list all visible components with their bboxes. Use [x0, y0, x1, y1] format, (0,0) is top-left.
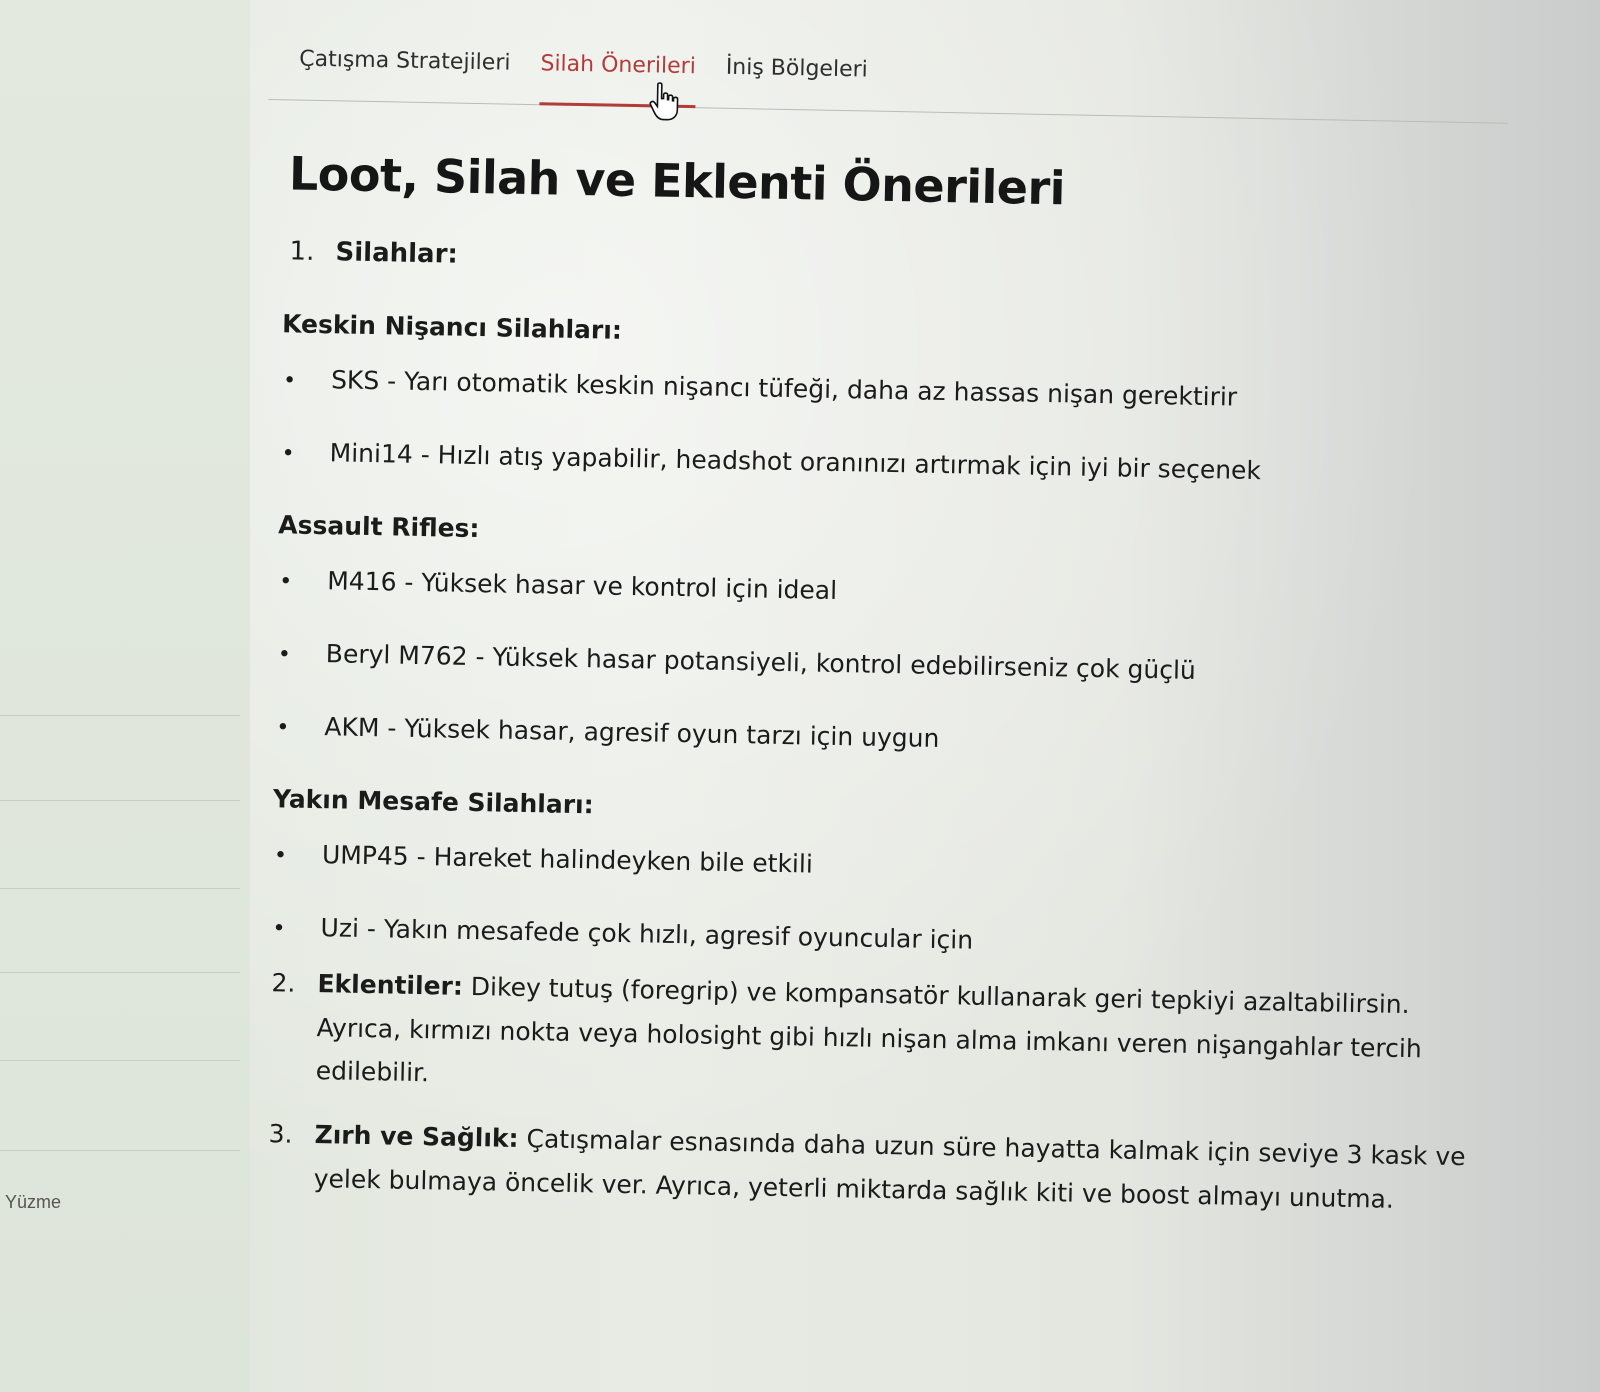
section-armor: 3. Zırh ve Sağlık: Çatışmalar esnasında … — [267, 1112, 1468, 1223]
bullet: • — [277, 642, 292, 668]
list-item-text: AKM - Yüksek hasar, agresif oyun tarzı i… — [324, 712, 940, 753]
list-item: • Uzi - Yakın mesafede çok hızlı, agresi… — [272, 912, 1512, 965]
list-item-text: Beryl M762 - Yüksek hasar potansiyeli, k… — [325, 639, 1197, 685]
bullet: • — [278, 569, 293, 595]
section-weapons: 1. Silahlar: — [289, 230, 1526, 297]
screen: Yüzme Çatışma Stratejileri Silah Önerile… — [0, 0, 1600, 1392]
list-number: 1. — [289, 236, 315, 267]
section-label: Zırh ve Sağlık: — [314, 1120, 519, 1154]
sidebar-divider — [0, 1060, 240, 1061]
tab-catisma-stratejileri[interactable]: Çatışma Stratejileri — [298, 47, 511, 104]
list-item: • M416 - Yüksek hasar ve kontrol için id… — [279, 565, 1519, 618]
section-body: Zırh ve Sağlık: Çatışmalar esnasında dah… — [313, 1113, 1468, 1223]
bullet: • — [281, 441, 295, 467]
sidebar-divider — [0, 1150, 240, 1151]
hand-pointer-icon — [649, 82, 679, 121]
tab-inis-bolgeleri[interactable]: İniş Bölgeleri — [725, 55, 868, 111]
list-number: 3. — [268, 1119, 293, 1149]
list-item: • Beryl M762 - Yüksek hasar potansiyeli,… — [278, 638, 1518, 691]
group-heading: Keskin Nişancı Silahları: — [281, 309, 623, 345]
group-heading: Yakın Mesafe Silahları: — [272, 784, 594, 820]
main-content: Çatışma Stratejileri Silah Önerileri İni… — [247, 20, 1529, 1224]
list-item-text: UMP45 - Hareket halindeyken bile etkili — [321, 840, 814, 879]
list-item: • UMP45 - Hareket halindeyken bile etkil… — [274, 839, 1514, 892]
list-item-text: M416 - Yüksek hasar ve kontrol için idea… — [326, 566, 838, 605]
bullet: • — [273, 843, 288, 869]
sidebar-divider — [0, 888, 240, 889]
section-text: Dikey tutuş (foregrip) ve kompansatör ku… — [315, 971, 1423, 1088]
section-body: Eklentiler: Dikey tutuş (foregrip) ve ko… — [315, 962, 1471, 1115]
page-title: Loot, Silah ve Eklenti Önerileri — [288, 146, 1066, 216]
sidebar-divider — [0, 800, 240, 801]
sidebar-item-yuzme[interactable]: Yüzme — [5, 1192, 61, 1213]
sidebar: Yüzme — [0, 0, 250, 1392]
group-heading: Assault Rifles: — [278, 510, 480, 544]
section-attachments: 2. Eklentiler: Dikey tutuş (foregrip) ve… — [269, 961, 1471, 1115]
list-item-text: SKS - Yarı otomatik keskin nişancı tüfeğ… — [330, 365, 1238, 412]
list-number: 2. — [271, 968, 296, 998]
bullet: • — [272, 916, 286, 942]
section-label: Eklentiler: — [317, 968, 464, 1001]
bullet: • — [276, 715, 290, 741]
sidebar-divider — [0, 972, 240, 973]
list-item-text: Mini14 - Hızlı atış yapabilir, headshot … — [329, 438, 1262, 485]
bullet: • — [282, 368, 297, 394]
list-item-text: Uzi - Yakın mesafede çok hızlı, agresif … — [320, 913, 974, 955]
sidebar-divider — [0, 715, 240, 716]
list-item: • Mini14 - Hızlı atış yapabilir, headsho… — [281, 437, 1521, 490]
section-label: Silahlar: — [335, 237, 459, 270]
list-item: • AKM - Yüksek hasar, agresif oyun tarzı… — [276, 711, 1516, 764]
list-item: • SKS - Yarı otomatik keskin nişancı tüf… — [283, 364, 1523, 417]
tab-bar: Çatışma Stratejileri Silah Önerileri İni… — [268, 20, 1510, 124]
